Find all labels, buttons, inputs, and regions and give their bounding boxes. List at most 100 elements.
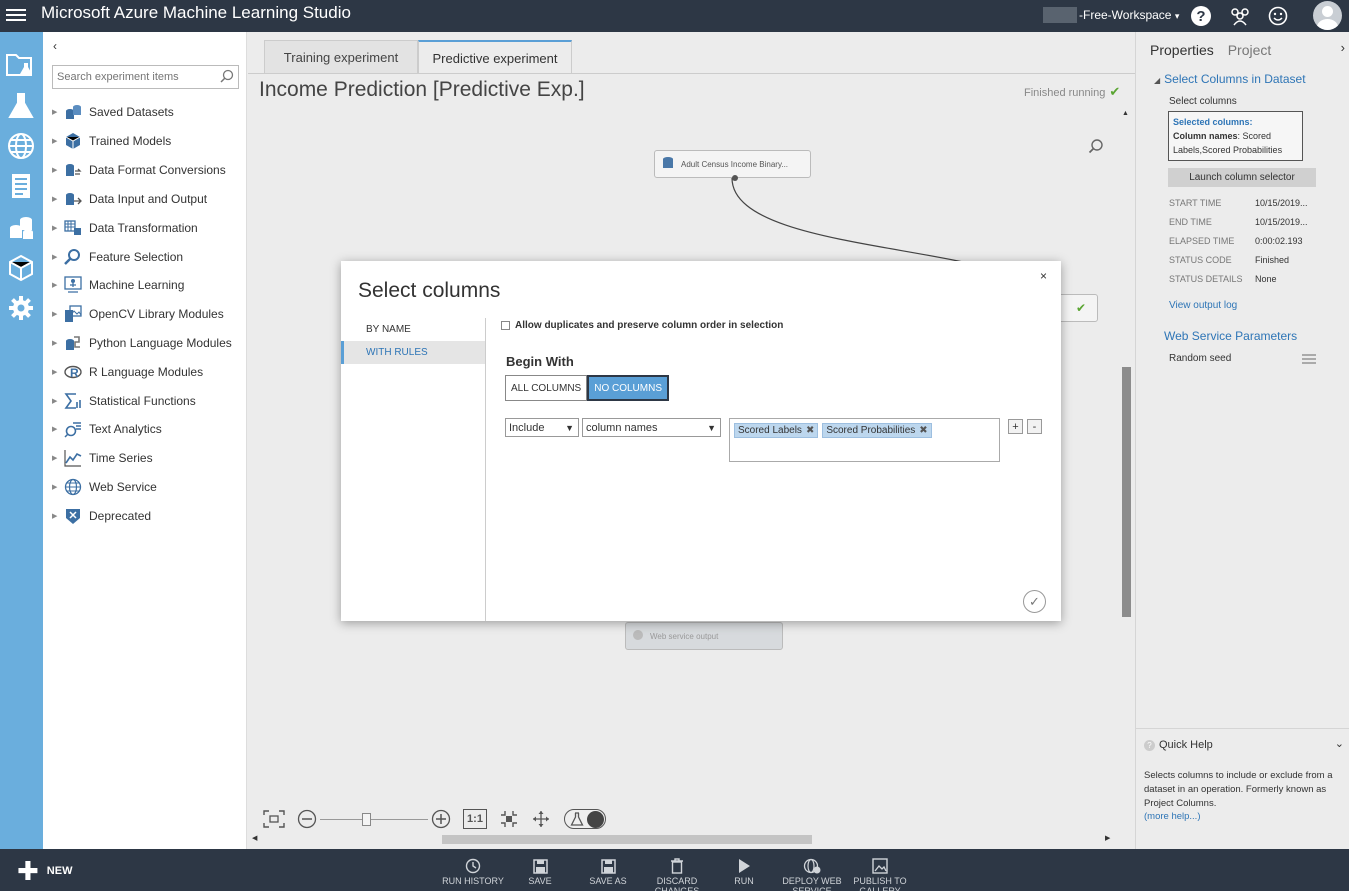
workspace-selector[interactable]: -Free-Workspace ▾ [1079, 8, 1179, 22]
no-columns-button[interactable]: NO COLUMNS [587, 375, 670, 401]
tab-project[interactable]: Project [1228, 42, 1272, 58]
run-button[interactable]: RUN [706, 857, 782, 886]
expand-triangle-icon[interactable]: ▶ [52, 137, 62, 145]
discard-changes-button[interactable]: DISCARD CHANGES [639, 857, 715, 891]
hamburger-menu-icon[interactable] [6, 6, 26, 26]
more-help-link[interactable]: (more help...) [1144, 811, 1201, 822]
collapse-properties-icon[interactable]: › [1341, 40, 1345, 55]
rule-type-select[interactable]: column names ▼ [582, 418, 721, 437]
nav-by-name[interactable]: BY NAME [341, 318, 485, 341]
save-icon [502, 857, 578, 875]
expand-triangle-icon[interactable]: ▶ [52, 108, 62, 116]
trained-models-cube-icon[interactable] [5, 252, 37, 284]
dataset-module[interactable]: Adult Census Income Binary... [654, 150, 811, 181]
web-service-output-module[interactable]: Web service output [625, 622, 783, 650]
projects-folder-icon[interactable] [5, 48, 37, 80]
remove-rule-button[interactable]: - [1027, 419, 1042, 434]
column-tags-input[interactable]: Scored Labels ✖ Scored Probabilities ✖ [729, 418, 1000, 462]
web-service-parameters-title: Web Service Parameters [1164, 329, 1298, 343]
palette-item-machine-learning[interactable]: ▶ Machine Learning [52, 273, 242, 297]
web-services-globe-icon[interactable] [5, 130, 37, 162]
palette-item-web-service[interactable]: ▶ Web Service [52, 475, 242, 499]
palette-item-label: Feature Selection [89, 250, 184, 264]
expand-triangle-icon[interactable]: ▶ [52, 339, 62, 347]
expand-triangle-icon[interactable]: ▶ [52, 397, 62, 405]
expand-triangle-icon[interactable]: ▶ [52, 195, 62, 203]
expand-triangle-icon[interactable]: ▶ [52, 224, 62, 232]
palette-item-saved-datasets[interactable]: ▶ Saved Datasets [52, 100, 242, 124]
palette-item-data-input-and-output[interactable]: ▶ Data Input and Output [52, 187, 242, 211]
zoom-in-icon[interactable] [430, 807, 452, 831]
canvas-vertical-scrollbar[interactable]: ▲ [1120, 110, 1132, 622]
actual-size-button[interactable]: 1:1 [463, 809, 487, 829]
feedback-smile-icon[interactable] [1266, 4, 1290, 28]
zoom-slider[interactable] [320, 807, 428, 831]
r-icon: R [62, 362, 84, 382]
people-icon[interactable] [1228, 4, 1252, 28]
nav-with-rules[interactable]: WITH RULES [341, 341, 485, 364]
allow-duplicates-row[interactable]: Allow duplicates and preserve column ord… [501, 320, 783, 331]
settings-gear-icon[interactable] [5, 292, 37, 324]
notebooks-icon[interactable] [5, 170, 37, 202]
collapse-palette-icon[interactable]: ‹ [53, 39, 57, 53]
fit-selection-icon[interactable] [498, 807, 520, 831]
zoom-out-icon[interactable] [297, 807, 317, 831]
all-columns-button[interactable]: ALL COLUMNS [505, 375, 588, 401]
allow-duplicates-checkbox[interactable] [501, 321, 510, 330]
palette-item-opencv-library-modules[interactable]: ▶ OpenCV Library Modules [52, 302, 242, 326]
help-icon[interactable]: ? [1189, 4, 1213, 28]
expand-triangle-icon[interactable]: ▶ [52, 166, 62, 174]
save-button[interactable]: SAVE [502, 857, 578, 886]
expand-triangle-icon[interactable]: ▶ [52, 512, 62, 520]
save-as-button[interactable]: SAVE AS [570, 857, 646, 886]
search-experiment-items[interactable] [52, 65, 239, 89]
pan-icon[interactable] [530, 807, 552, 831]
expand-triangle-icon[interactable]: ▶ [52, 454, 62, 462]
palette-item-deprecated[interactable]: ▶ Deprecated [52, 504, 242, 528]
parameter-menu-icon[interactable] [1302, 352, 1316, 366]
expand-triangle-icon[interactable]: ▶ [52, 253, 62, 261]
launch-column-selector-button[interactable]: Launch column selector [1168, 168, 1316, 187]
deploy-web-service-button[interactable]: DEPLOY WEB SERVICE [774, 857, 850, 891]
expand-triangle-icon[interactable]: ▶ [52, 368, 62, 376]
close-icon[interactable]: × [1040, 269, 1047, 283]
palette-item-data-format-conversions[interactable]: ▶ Data Format Conversions [52, 158, 242, 182]
palette-item-data-transformation[interactable]: ▶ Data Transformation [52, 216, 242, 240]
publish-to-gallery-button[interactable]: PUBLISH TO GALLERY [842, 857, 918, 891]
column-tag: Scored Probabilities ✖ [822, 423, 932, 438]
expand-triangle-icon[interactable]: ▶ [52, 310, 62, 318]
experiments-flask-icon[interactable] [5, 90, 37, 122]
module-section-title[interactable]: ◢ Select Columns in Dataset [1154, 72, 1306, 86]
palette-item-python-language-modules[interactable]: ▶ Python Language Modules [52, 331, 242, 355]
add-rule-button[interactable]: + [1008, 419, 1023, 434]
canvas-horizontal-scrollbar[interactable]: ◀ ▶ [252, 832, 1116, 846]
tab-properties[interactable]: Properties [1150, 42, 1214, 58]
palette-item-label: Trained Models [89, 134, 172, 148]
quick-help-title[interactable]: ? Quick Help [1144, 739, 1213, 751]
palette-item-trained-models[interactable]: ▶ Trained Models [52, 129, 242, 153]
palette-item-r-language-modules[interactable]: ▶ R R Language Modules [52, 360, 242, 384]
ok-check-button[interactable]: ✓ [1023, 590, 1046, 613]
expand-triangle-icon[interactable]: ▶ [52, 281, 62, 289]
view-output-log-link[interactable]: View output log [1169, 300, 1237, 311]
palette-item-text-analytics[interactable]: ▶ Text Analytics [52, 417, 242, 441]
new-button[interactable]: ✚ NEW [17, 858, 72, 884]
fit-screen-icon[interactable] [262, 807, 286, 831]
palette-item-feature-selection[interactable]: ▶ Feature Selection [52, 245, 242, 269]
expand-triangle-icon[interactable]: ▶ [52, 425, 62, 433]
datasets-icon[interactable] [5, 212, 37, 244]
remove-tag-icon[interactable]: ✖ [806, 425, 814, 436]
search-input[interactable] [53, 66, 213, 88]
search-icon[interactable] [220, 69, 234, 86]
chevron-down-icon[interactable]: ⌄ [1335, 737, 1344, 750]
include-select[interactable]: Include ▼ [505, 418, 579, 437]
palette-item-statistical-functions[interactable]: ▶ Statistical Functions [52, 389, 242, 413]
run-history-button[interactable]: RUN HISTORY [435, 857, 511, 886]
user-avatar[interactable] [1313, 1, 1342, 30]
remove-tag-icon[interactable]: ✖ [919, 425, 927, 436]
expand-triangle-icon[interactable]: ▶ [52, 483, 62, 491]
property-key: END TIME [1169, 217, 1212, 227]
minimap-toggle[interactable] [564, 809, 606, 829]
palette-item-time-series[interactable]: ▶ Time Series [52, 446, 242, 470]
output-port[interactable] [732, 175, 738, 181]
